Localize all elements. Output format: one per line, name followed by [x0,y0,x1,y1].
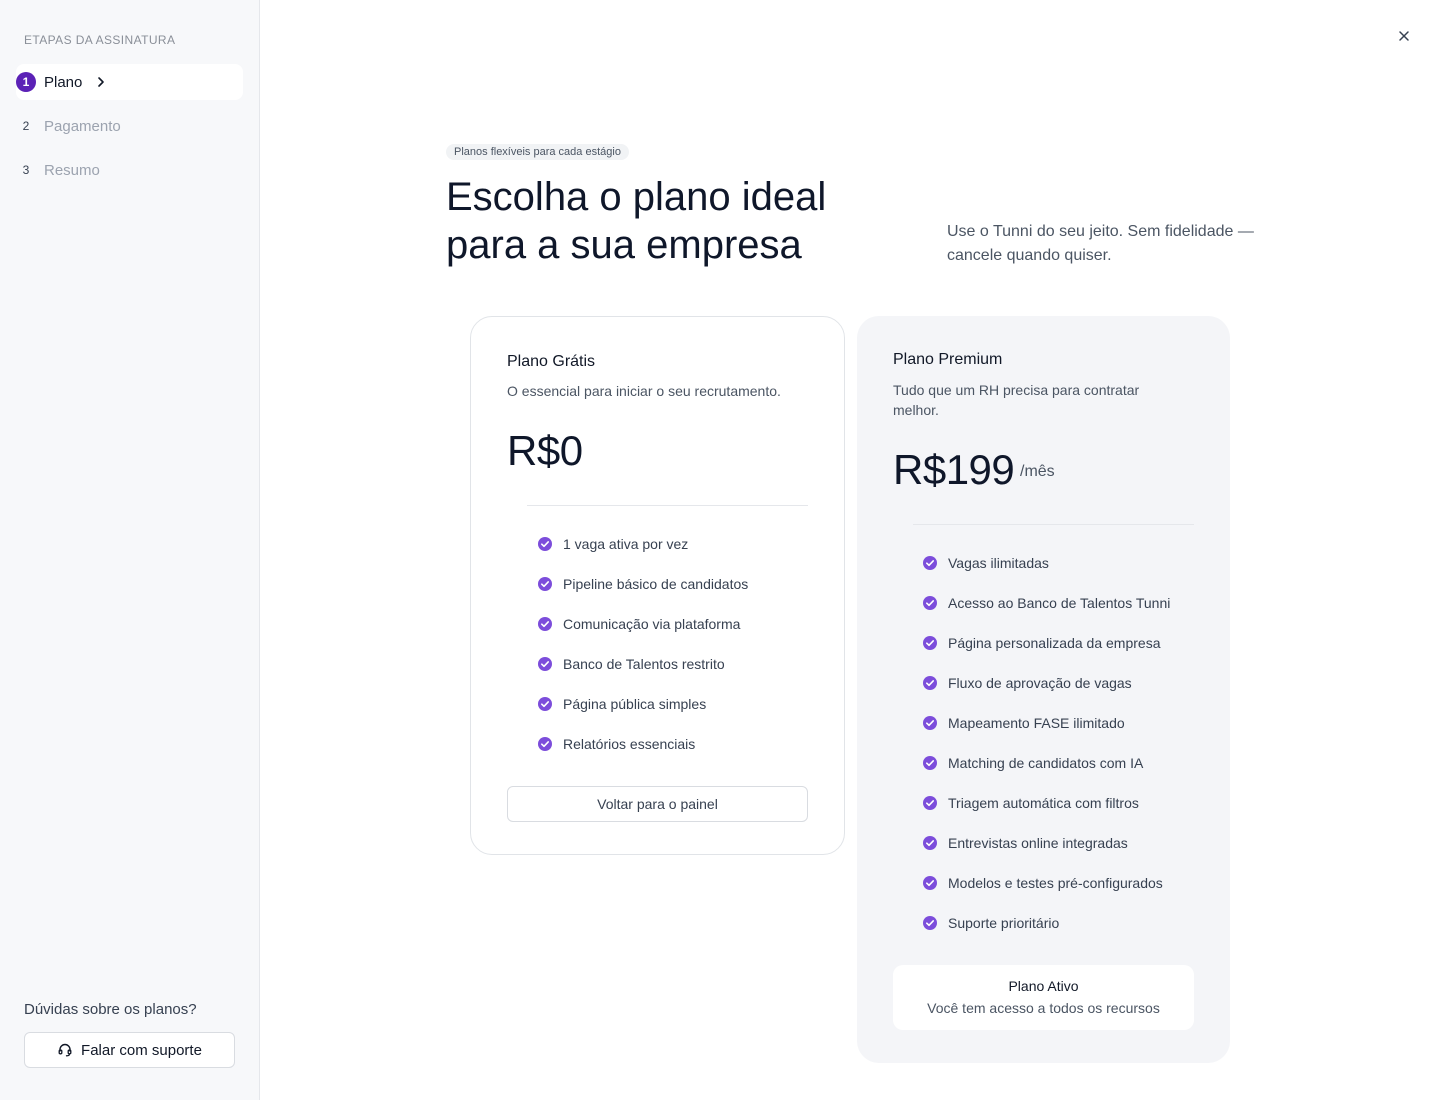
feature-item: Entrevistas online integradas [922,823,1170,863]
check-circle-icon [537,696,553,712]
active-plan-status: Plano Ativo Você tem acesso a todos os r… [893,965,1194,1030]
tagline-badge: Planos flexíveis para cada estágio [446,144,629,160]
feature-label: Página personalizada da empresa [948,635,1161,651]
close-button[interactable] [1394,26,1414,46]
feature-label: Banco de Talentos restrito [563,656,725,672]
plan-name: Plano Grátis [507,353,596,370]
headset-icon [57,1042,73,1058]
sidebar: ETAPAS DA ASSINATURA 1 Plano 2 Pagamento… [0,0,260,1100]
plan-price: R$199 [893,446,1015,493]
step-pagamento[interactable]: 2 Pagamento [16,108,243,144]
plan-name: Plano Premium [893,351,1003,368]
feature-list: 1 vaga ativa por vez Pipeline básico de c… [537,524,748,764]
feature-item: Acesso ao Banco de Talentos Tunni [922,583,1170,623]
feature-label: Suporte prioritário [948,915,1060,931]
feature-item: Vagas ilimitadas [922,543,1170,583]
active-plan-title: Plano Ativo [1008,978,1079,994]
support-button-label: Falar com suporte [81,1041,202,1059]
feature-label: Página pública simples [563,696,707,712]
feature-item: Relatórios essenciais [537,724,748,764]
check-circle-icon [922,715,938,731]
feature-label: Relatórios essenciais [563,736,696,752]
feature-item: Fluxo de aprovação de vagas [922,663,1170,703]
check-circle-icon [922,555,938,571]
sidebar-title: ETAPAS DA ASSINATURA [24,33,176,47]
help-text: Dúvidas sobre os planos? [24,1001,197,1018]
step-plano[interactable]: 1 Plano [16,64,243,100]
check-circle-icon [537,536,553,552]
feature-item: Banco de Talentos restrito [537,644,748,684]
check-circle-icon [922,675,938,691]
check-circle-icon [922,835,938,851]
feature-item: Modelos e testes pré-configurados [922,863,1170,903]
feature-item: Mapeamento FASE ilimitado [922,703,1170,743]
feature-label: Comunicação via plataforma [563,616,741,632]
check-circle-icon [537,616,553,632]
check-circle-icon [922,875,938,891]
check-circle-icon [922,595,938,611]
page-subtitle: Use o Tunni do seu jeito. Sem fidelidade… [947,223,1254,264]
feature-label: Fluxo de aprovação de vagas [948,675,1132,691]
support-button[interactable]: Falar com suporte [24,1032,235,1068]
feature-item: Comunicação via plataforma [537,604,748,644]
plan-price: R$0 [507,427,583,474]
page-title: Escolha o plano ideal para a sua empresa [446,173,906,269]
feature-label: Matching de candidatos com IA [948,755,1144,771]
feature-label: Pipeline básico de candidatos [563,576,749,592]
step-label: Pagamento [44,117,121,135]
page-title-line-2: para a sua empresa [446,223,802,267]
divider [527,505,808,506]
back-to-dashboard-button[interactable]: Voltar para o painel [507,786,808,822]
feature-label: Vagas ilimitadas [948,555,1049,571]
step-resumo[interactable]: 3 Resumo [16,152,243,188]
step-label: Resumo [44,161,100,179]
feature-item: Página personalizada da empresa [922,623,1170,663]
step-number: 2 [22,119,30,133]
feature-label: Entrevistas online integradas [948,835,1128,851]
check-circle-icon [922,635,938,651]
divider [913,524,1194,525]
step-label: Plano [44,73,83,91]
feature-item: 1 vaga ativa por vez [537,524,748,564]
feature-label: Mapeamento FASE ilimitado [948,715,1125,731]
feature-item: Suporte prioritário [922,903,1170,943]
feature-item: Pipeline básico de candidatos [537,564,748,604]
feature-item: Página pública simples [537,684,748,724]
check-circle-icon [922,795,938,811]
feature-label: Modelos e testes pré-configurados [948,875,1163,891]
page-title-line-1: Escolha o plano ideal [446,175,827,219]
feature-label: Triagem automática com filtros [948,795,1139,811]
price-period: /mês [1020,463,1055,480]
feature-item: Triagem automática com filtros [922,783,1170,823]
feature-list: Vagas ilimitadas Acesso ao Banco de Talen… [922,543,1170,943]
close-icon [1398,30,1410,42]
chevron-right-icon [94,75,108,89]
check-circle-icon [922,755,938,771]
step-number: 3 [22,163,30,177]
step-number: 1 [16,72,36,92]
feature-label: Acesso ao Banco de Talentos Tunni [948,595,1171,611]
premium-plan-card: Plano Premium Tudo que um RH precisa par… [857,316,1230,1063]
active-plan-subtitle: Você tem acesso a todos os recursos [927,1000,1160,1016]
feature-label: 1 vaga ativa por vez [563,536,689,552]
check-circle-icon [922,915,938,931]
feature-item: Matching de candidatos com IA [922,743,1170,783]
plan-description: Tudo que um RH precisa para contratar me… [893,382,1140,418]
check-circle-icon [537,576,553,592]
free-plan-card: Plano Grátis O essencial para iniciar o … [470,316,845,855]
plan-description: O essencial para iniciar o seu recrutame… [507,383,781,399]
check-circle-icon [537,736,553,752]
check-circle-icon [537,656,553,672]
